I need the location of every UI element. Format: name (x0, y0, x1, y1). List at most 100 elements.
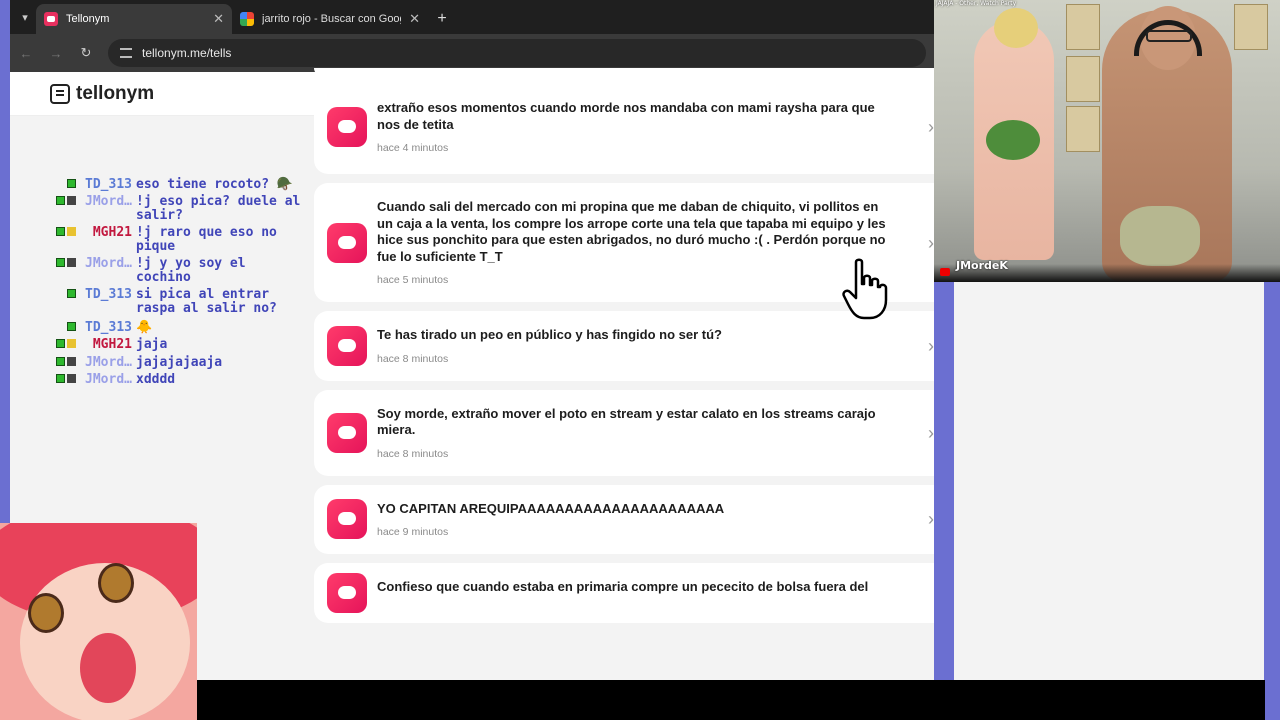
tell-bubble-icon (327, 412, 367, 453)
green-badge-icon (56, 257, 65, 267)
green-badge-icon (67, 321, 76, 331)
chat-badges (36, 226, 80, 255)
chat-username[interactable]: TD_313 (80, 287, 136, 317)
chat-message: JMord… jajajajaaja (36, 354, 306, 371)
green-badge-icon (56, 339, 65, 348)
chat-username[interactable]: JMord… (80, 372, 136, 388)
tell-time: hace 9 minutos (377, 526, 449, 538)
chat-badges (36, 321, 80, 336)
wanted-poster (1066, 106, 1100, 152)
tell-card[interactable]: Cuando sali del mercado con mi propina q… (314, 183, 934, 302)
chat-badges (36, 195, 80, 224)
chat-username[interactable]: JMord… (80, 256, 136, 286)
tell-card-partial (314, 68, 934, 76)
new-tab-icon[interactable]: + (428, 10, 456, 28)
tell-time: hace 8 minutos (377, 352, 449, 365)
chat-username[interactable]: JMord… (80, 194, 136, 224)
gold-badge-icon (67, 339, 76, 348)
tell-time: hace 5 minutos (377, 274, 449, 286)
anime-character-overlay (0, 523, 197, 720)
chat-text: 🐥 (136, 319, 153, 335)
tab-title: Tellonym (66, 13, 110, 25)
chat-text: xdddd (136, 372, 176, 387)
chat-username[interactable]: TD_313 (80, 177, 136, 193)
wanted-poster (1066, 56, 1100, 102)
mod-badge-icon (67, 374, 76, 383)
tab-tellonym[interactable]: Tellonym ✕ (36, 4, 232, 34)
chevron-right-icon[interactable]: › (928, 423, 934, 444)
close-tab-icon[interactable]: ✕ (213, 11, 224, 27)
chat-username[interactable]: JMord… (80, 355, 136, 371)
page-right-area (954, 282, 1264, 680)
reload-icon[interactable]: ↻ (78, 45, 94, 61)
anime-tongue (80, 633, 136, 703)
tell-card[interactable]: extraño esos momentos cuando morde nos m… (314, 80, 934, 174)
tellonym-logo-icon (50, 83, 70, 104)
chat-message: JMord… !j y yo soy el cochino (36, 256, 306, 286)
wanted-poster (1234, 4, 1268, 50)
chat-message: MGH21 jaja (36, 337, 306, 353)
chat-badges (36, 288, 80, 317)
tell-card[interactable]: Soy morde, extraño mover el poto en stre… (314, 389, 934, 476)
browser-toolbar: ← → ↻ tellonym.me/tells (10, 34, 934, 72)
back-arrow-icon[interactable]: ← (18, 46, 34, 61)
tab-title: jarrito rojo - Buscar con Google (262, 13, 402, 25)
chat-message: JMord… xdddd (36, 372, 306, 388)
chevron-right-icon[interactable]: › (928, 509, 934, 530)
hand-cursor-icon (842, 258, 888, 320)
youtube-icon (940, 268, 950, 276)
leaf-cover (986, 120, 1040, 160)
chat-text: !j raro que eso no pique (136, 224, 277, 254)
chat-username[interactable]: MGH21 (80, 225, 136, 255)
mod-badge-icon (67, 257, 76, 267)
anime-eye (28, 593, 64, 633)
tab-search-icon[interactable]: ▾ (14, 4, 36, 30)
address-bar[interactable]: tellonym.me/tells (108, 39, 926, 67)
glasses (1146, 30, 1192, 42)
wanted-poster (1066, 4, 1100, 50)
forward-arrow-icon[interactable]: → (48, 46, 64, 61)
tell-text: YO CAPITAN AREQUIPAAAAAAAAAAAAAAAAAAAAAA (377, 500, 725, 516)
green-badge-icon (56, 226, 65, 236)
tell-text: Soy morde, extraño mover el poto en stre… (377, 405, 876, 438)
chat-message: TD_313 eso tiene rocoto? 🪖 (36, 177, 306, 193)
chat-message: MGH21 !j raro que eso no pique (36, 224, 306, 255)
green-badge-icon (67, 179, 76, 188)
site-info-icon[interactable] (120, 48, 132, 58)
chat-text: si pica al entrar raspa al salir no? (136, 286, 277, 316)
chat-text: jajajajaaja (136, 354, 223, 370)
tell-text: Cuando sali del mercado con mi propina q… (377, 199, 886, 264)
tellonym-logo[interactable]: tellonym (50, 83, 154, 105)
bottom-black-bar (197, 680, 1265, 720)
chat-text: eso tiene rocoto? 🪖 (136, 177, 294, 192)
chat-username[interactable]: TD_313 (80, 320, 136, 336)
tell-card[interactable]: Te has tirado un peo en público y has fi… (314, 311, 934, 381)
tell-bubble-icon (327, 573, 367, 613)
chat-badges (36, 257, 80, 286)
tab-strip: ▾ Tellonym ✕ jarrito rojo - Buscar con G… (10, 0, 934, 34)
chat-badges (36, 338, 80, 353)
tells-feed: extraño esos momentos cuando morde nos m… (314, 68, 934, 632)
chat-message: TD_313 si pica al entrar raspa al salir n… (36, 286, 306, 317)
chevron-right-icon[interactable]: › (928, 336, 934, 357)
tell-text: Te has tirado un peo en público y has fi… (377, 327, 723, 342)
tell-bubble-icon (327, 222, 367, 263)
tab-google[interactable]: jarrito rojo - Buscar con Google ✕ (232, 4, 428, 34)
tell-bubble-icon (327, 325, 367, 366)
green-badge-icon (67, 288, 76, 298)
tell-card[interactable]: YO CAPITAN AREQUIPAAAAAAAAAAAAAAAAAAAAAA… (314, 484, 934, 554)
gold-badge-icon (67, 226, 76, 236)
chat-badges (36, 373, 80, 388)
tellonym-favicon-icon (44, 12, 58, 26)
close-tab-icon[interactable]: ✕ (409, 11, 420, 27)
tell-text: extraño esos momentos cuando morde nos m… (377, 100, 875, 132)
chat-username[interactable]: MGH21 (80, 337, 136, 353)
url-text: tellonym.me/tells (142, 46, 232, 60)
anime-eye (98, 563, 134, 603)
towel (1120, 206, 1200, 266)
chat-badges (36, 178, 80, 193)
tell-card[interactable]: Confieso que cuando estaba en primaria c… (314, 563, 934, 623)
mod-badge-icon (67, 195, 76, 205)
google-favicon-icon (240, 12, 254, 26)
stream-chat: TD_313 eso tiene rocoto? 🪖 JMord… !j eso pi… (36, 177, 306, 390)
